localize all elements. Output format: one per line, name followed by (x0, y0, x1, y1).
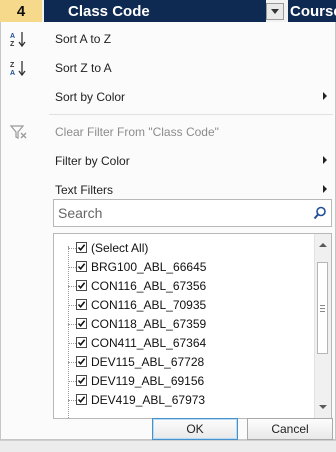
checkbox[interactable] (76, 337, 87, 348)
clear-filter-icon (9, 123, 29, 141)
list-item-label: CON118_ABL_67359 (91, 317, 207, 331)
list-item[interactable]: CON411_ABL_67364 (54, 335, 304, 351)
list-item[interactable]: CON116_ABL_70935 (54, 297, 304, 313)
search-box (53, 199, 332, 227)
menu-item-label: Clear Filter From "Class Code" (55, 125, 219, 139)
tree-connector (68, 305, 76, 306)
tree-connector (68, 324, 76, 325)
checkmark-icon (77, 282, 86, 290)
scroll-grip (320, 311, 325, 312)
tree-connector (68, 400, 76, 401)
menu-item-label: Filter by Color (55, 154, 130, 168)
submenu-arrow-icon (323, 185, 327, 193)
scroll-down-arrow-icon[interactable] (319, 405, 327, 409)
menu-item-sort-a-to-z[interactable]: A Z Sort A to Z (1, 24, 335, 53)
list-item[interactable]: DEV419_ABL_67973 (54, 392, 304, 408)
tree-connector (68, 267, 76, 268)
resize-strip (0, 440, 336, 452)
svg-text:Z: Z (10, 62, 15, 69)
list-item-label: DEV119_ABL_69156 (91, 374, 205, 388)
scroll-grip (320, 308, 325, 309)
list-item-label: CON116_ABL_67356 (91, 279, 207, 293)
checkmark-icon (77, 320, 86, 328)
checkbox[interactable] (76, 280, 87, 291)
list-item[interactable]: (Select All) (54, 240, 304, 256)
scroll-thumb[interactable] (317, 262, 328, 354)
row-number: 4 (0, 0, 42, 22)
tree-connector (68, 381, 76, 382)
checkmark-icon (77, 358, 86, 366)
menu-item-clear-filter: Clear Filter From "Class Code" (1, 117, 335, 146)
checkbox[interactable] (76, 356, 87, 367)
submenu-arrow-icon (323, 156, 327, 164)
column-header-course[interactable]: Course (288, 0, 336, 22)
search-icon[interactable] (313, 206, 327, 220)
checkmark-icon (77, 263, 86, 271)
ok-button[interactable]: OK (152, 418, 238, 440)
list-item-label: DEV115_ABL_67728 (91, 355, 205, 369)
checkmark-icon (77, 301, 86, 309)
menu-item-filter-by-color[interactable]: Filter by Color (1, 146, 335, 175)
checkmark-icon (77, 339, 86, 347)
checkbox[interactable] (76, 375, 87, 386)
list-item-label: CON411_ABL_67364 (91, 336, 207, 350)
tree-connector (68, 343, 76, 344)
menu-item-label: Sort Z to A (55, 61, 112, 75)
search-input[interactable] (56, 202, 310, 224)
tree-connector (68, 362, 76, 363)
checkmark-icon (77, 244, 86, 252)
vertical-scrollbar[interactable] (314, 234, 331, 418)
sort-descending-icon: Z A (9, 59, 29, 77)
menu-item-label: Sort A to Z (55, 32, 112, 46)
menu-separator (49, 114, 333, 115)
checkbox[interactable] (76, 242, 87, 253)
svg-text:A: A (10, 33, 15, 40)
checkbox[interactable] (76, 299, 87, 310)
autofilter-menu: A Z Sort A to Z Z A Sort Z to A Sort by … (0, 22, 336, 440)
checkmark-icon (77, 396, 86, 404)
scroll-up-arrow-icon[interactable] (319, 243, 327, 247)
tree-connector (68, 248, 76, 249)
list-item-label: (Select All) (91, 241, 149, 255)
list-item[interactable]: DEV115_ABL_67728 (54, 354, 304, 370)
tree-connector (68, 286, 76, 287)
chevron-down-icon (271, 9, 279, 14)
filter-dropdown-button[interactable] (266, 3, 284, 20)
checkmark-icon (77, 377, 86, 385)
submenu-arrow-icon (323, 92, 327, 100)
list-item-label: BRG100_ABL_66645 (91, 260, 207, 274)
list-item[interactable]: CON118_ABL_67359 (54, 316, 304, 332)
list-item[interactable]: CON116_ABL_67356 (54, 278, 304, 294)
list-item-label: DEV419_ABL_67973 (91, 393, 206, 407)
checkbox[interactable] (76, 394, 87, 405)
menu-item-sort-z-to-a[interactable]: Z A Sort Z to A (1, 53, 335, 82)
cancel-button[interactable]: Cancel (247, 418, 333, 440)
menu-item-sort-by-color[interactable]: Sort by Color (1, 82, 335, 111)
column-header-class-code[interactable]: Class Code (44, 0, 266, 22)
menu-item-label: Sort by Color (55, 90, 126, 104)
list-item[interactable]: DEV119_ABL_69156 (54, 373, 304, 389)
svg-text:Z: Z (10, 41, 15, 48)
checkbox[interactable] (76, 261, 87, 272)
menu-item-label: Text Filters (55, 183, 114, 197)
list-item[interactable]: BRG100_ABL_66645 (54, 259, 304, 275)
svg-text:A: A (10, 70, 15, 77)
column-header-strip: 4 Class Code Course (0, 0, 336, 22)
scroll-grip (320, 305, 325, 306)
sort-ascending-icon: A Z (9, 30, 29, 48)
checkbox[interactable] (76, 318, 87, 329)
list-item-label: CON116_ABL_70935 (91, 298, 207, 312)
filter-value-list[interactable]: (Select All) BRG100_ABL_66645 CON116_ABL_6… (53, 233, 332, 419)
